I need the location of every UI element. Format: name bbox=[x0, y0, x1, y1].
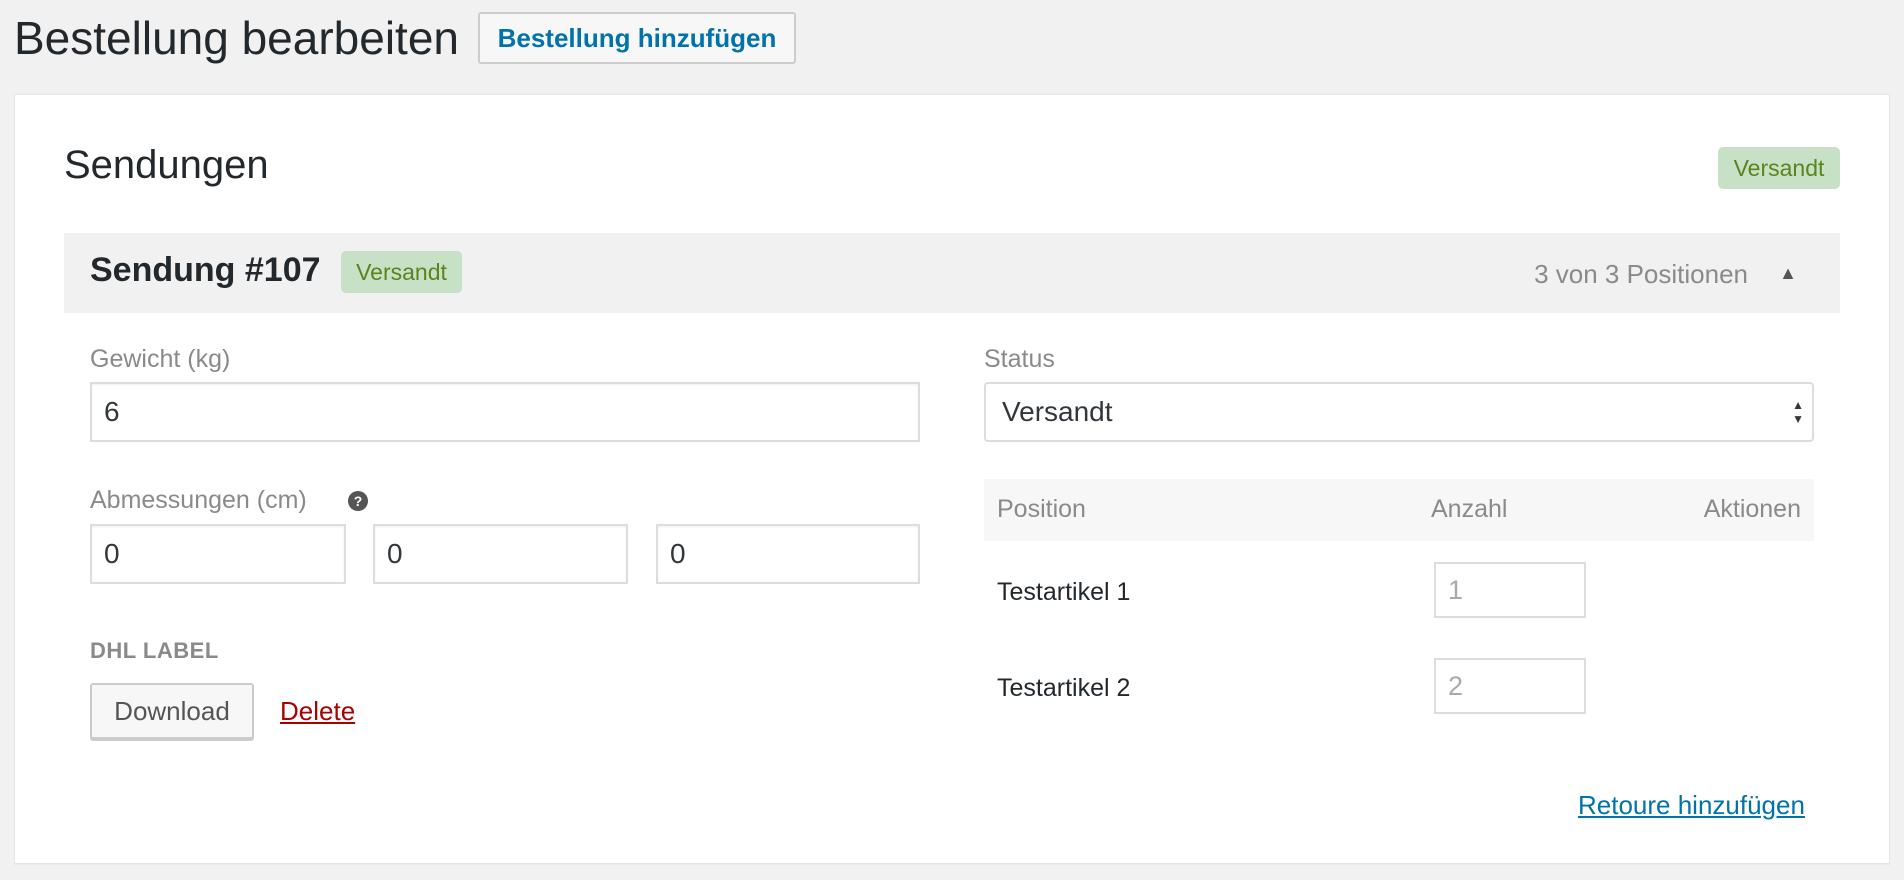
add-order-button[interactable]: Bestellung hinzufügen bbox=[478, 12, 796, 64]
item-name: Testartikel 1 bbox=[997, 578, 1131, 606]
dhl-label-heading: DHL LABEL bbox=[90, 638, 219, 663]
question-circle-icon[interactable]: ? bbox=[348, 491, 368, 511]
delete-link[interactable]: Delete bbox=[280, 696, 355, 727]
column-position: Position bbox=[997, 495, 1086, 523]
download-button[interactable]: Download bbox=[90, 683, 254, 739]
shipment-status-badge: Versandt bbox=[341, 251, 462, 293]
item-quantity-input[interactable]: 1 bbox=[1434, 562, 1586, 618]
shipment-title: Sendung #107 bbox=[90, 251, 321, 289]
item-quantity-input[interactable]: 2 bbox=[1434, 658, 1586, 714]
height-input[interactable]: 0 bbox=[656, 524, 920, 584]
weight-label: Gewicht (kg) bbox=[90, 345, 231, 373]
item-name: Testartikel 2 bbox=[997, 674, 1131, 702]
add-return-link[interactable]: Retoure hinzufügen bbox=[1578, 790, 1805, 821]
column-actions: Aktionen bbox=[1703, 495, 1801, 523]
status-badge: Versandt bbox=[1718, 147, 1840, 189]
triangle-up-icon[interactable]: ▲ bbox=[1776, 261, 1800, 285]
column-quantity: Anzahl bbox=[1431, 495, 1508, 523]
width-input[interactable]: 0 bbox=[373, 524, 628, 584]
dimensions-label: Abmessungen (cm) bbox=[90, 486, 307, 514]
item-count: 3 von 3 Positionen bbox=[1534, 259, 1748, 289]
status-label: Status bbox=[984, 345, 1055, 373]
page-title: Bestellung bearbeiten bbox=[14, 12, 459, 64]
shipment-header[interactable]: Sendung #107 Versandt 3 von 3 Positionen… bbox=[64, 233, 1840, 313]
shipments-title: Sendungen bbox=[64, 143, 269, 187]
length-input[interactable]: 0 bbox=[90, 524, 346, 584]
status-select-value: Versandt bbox=[1002, 396, 1113, 427]
items-table-header: Position Anzahl Aktionen bbox=[984, 479, 1814, 541]
status-select[interactable]: Versandt ▲ ▼ bbox=[984, 382, 1814, 442]
weight-input[interactable]: 6 bbox=[90, 382, 920, 442]
select-arrows-icon: ▲ ▼ bbox=[1792, 398, 1804, 426]
